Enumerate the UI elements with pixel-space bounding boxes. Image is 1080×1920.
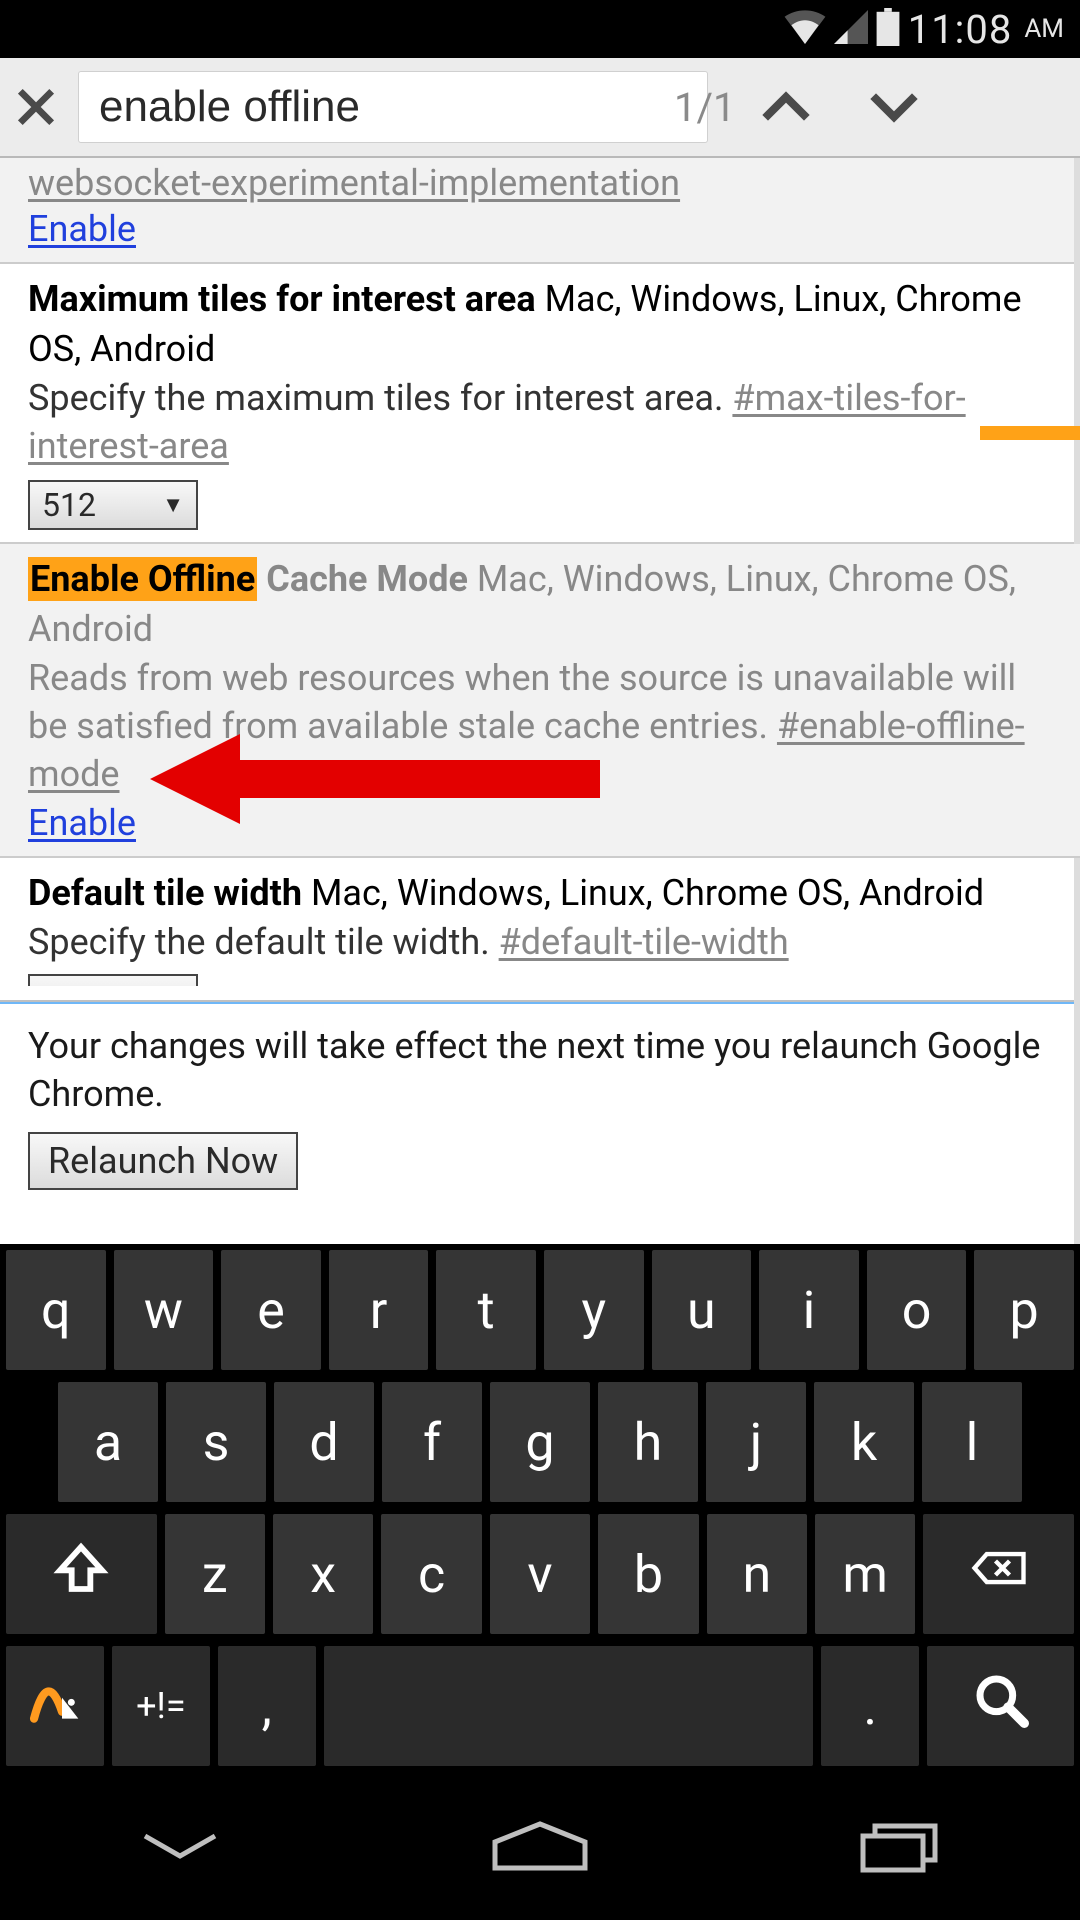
flag-tile-width-select[interactable] (28, 974, 198, 986)
battery-icon (876, 8, 900, 50)
key-j[interactable]: j (706, 1382, 806, 1502)
key-e[interactable]: e (221, 1250, 321, 1370)
annotation-arrow-icon (150, 734, 600, 824)
find-input[interactable] (99, 82, 674, 132)
keyboard-row-4: +!= , . (2, 1646, 1078, 1766)
swype-icon (27, 1672, 83, 1741)
key-backspace[interactable] (923, 1514, 1074, 1634)
flag-max-tiles-title: Maximum tiles for interest area (28, 278, 536, 320)
key-r[interactable]: r (329, 1250, 429, 1370)
key-n[interactable]: n (707, 1514, 807, 1634)
relaunch-text: Your changes will take effect the next t… (28, 1022, 1052, 1118)
relaunch-bar: Your changes will take effect the next t… (0, 1004, 1080, 1204)
key-t[interactable]: t (436, 1250, 536, 1370)
key-l[interactable]: l (922, 1382, 1022, 1502)
key-q[interactable]: q (6, 1250, 106, 1370)
key-m[interactable]: m (815, 1514, 915, 1634)
key-a[interactable]: a (58, 1382, 158, 1502)
flag-max-tiles-select[interactable]: 512 ▼ (28, 480, 198, 530)
home-icon (485, 1818, 595, 1874)
key-d[interactable]: d (274, 1382, 374, 1502)
key-o[interactable]: o (867, 1250, 967, 1370)
key-b[interactable]: b (598, 1514, 698, 1634)
nav-home-button[interactable] (480, 1816, 600, 1876)
flag-websocket-hash[interactable]: websocket-experimental-implementation (28, 162, 680, 204)
flag-max-tiles-desc: Specify the maximum tiles for interest a… (28, 377, 732, 419)
flag-offline-title-highlight: Enable Offline (28, 557, 257, 601)
find-search-box[interactable]: 1/1 (78, 71, 708, 143)
search-icon (973, 1672, 1029, 1741)
flag-websocket: websocket-experimental-implementation En… (0, 158, 1080, 264)
flag-max-tiles-select-value: 512 (42, 486, 96, 524)
flags-content[interactable]: websocket-experimental-implementation En… (0, 158, 1080, 1244)
nav-back-button[interactable] (120, 1816, 240, 1876)
relaunch-now-button[interactable]: Relaunch Now (28, 1132, 298, 1190)
flag-tile-width-title: Default tile width (28, 872, 302, 914)
key-z[interactable]: z (165, 1514, 265, 1634)
flag-tile-width-platforms: Mac, Windows, Linux, Chrome OS, Android (311, 872, 984, 914)
flag-offline-cache: Enable Offline Cache Mode Mac, Windows, … (0, 544, 1080, 858)
flag-offline-title-rest: Cache Mode (257, 558, 468, 600)
key-w[interactable]: w (114, 1250, 214, 1370)
shift-icon (53, 1540, 109, 1609)
chevron-down-icon: ▼ (162, 492, 184, 518)
nav-bar (0, 1774, 1080, 1918)
backspace-icon (971, 1540, 1027, 1609)
flag-tile-width-desc: Specify the default tile width. (28, 921, 499, 963)
cell-signal-icon (834, 10, 868, 48)
find-prev-button[interactable] (756, 77, 816, 137)
key-u[interactable]: u (652, 1250, 752, 1370)
key-v[interactable]: v (490, 1514, 590, 1634)
find-marker (980, 426, 1080, 440)
keyboard-row-3: z x c v b n m (2, 1514, 1078, 1634)
key-h[interactable]: h (598, 1382, 698, 1502)
key-g[interactable]: g (490, 1382, 590, 1502)
key-shift[interactable] (6, 1514, 157, 1634)
chevron-down-icon (135, 1826, 225, 1866)
key-p[interactable]: p (974, 1250, 1074, 1370)
key-comma[interactable]: , (218, 1646, 316, 1766)
keyboard-row-2: a s d f g h j k l (2, 1382, 1078, 1502)
flag-tile-width-hash[interactable]: #default-tile-width (499, 921, 789, 963)
status-bar: 11:08 AM (0, 0, 1080, 58)
find-match-count: 1/1 (674, 84, 735, 131)
flag-max-tiles: Maximum tiles for interest area Mac, Win… (0, 264, 1080, 544)
find-next-button[interactable] (864, 77, 924, 137)
status-ampm: AM (1024, 14, 1064, 44)
key-k[interactable]: k (814, 1382, 914, 1502)
recents-icon (855, 1818, 945, 1874)
key-swype[interactable] (6, 1646, 104, 1766)
keyboard-row-1: q w e r t y u i o p (2, 1250, 1078, 1370)
key-space[interactable] (324, 1646, 814, 1766)
flag-tile-width: Default tile width Mac, Windows, Linux, … (0, 858, 1080, 998)
key-c[interactable]: c (381, 1514, 481, 1634)
flag-websocket-enable-link[interactable]: Enable (28, 208, 136, 250)
key-search[interactable] (927, 1646, 1074, 1766)
wifi-icon (784, 10, 826, 48)
key-x[interactable]: x (273, 1514, 373, 1634)
nav-recents-button[interactable] (840, 1816, 960, 1876)
key-symbols[interactable]: +!= (112, 1646, 210, 1766)
soft-keyboard[interactable]: q w e r t y u i o p a s d f g h j k l z … (0, 1244, 1080, 1774)
key-f[interactable]: f (382, 1382, 482, 1502)
key-period[interactable]: . (821, 1646, 919, 1766)
key-y[interactable]: y (544, 1250, 644, 1370)
status-time: 11:08 (908, 6, 1013, 53)
key-i[interactable]: i (759, 1250, 859, 1370)
find-in-page-bar: 1/1 (0, 58, 1080, 158)
close-icon[interactable] (12, 83, 60, 131)
flag-offline-enable-link[interactable]: Enable (28, 802, 136, 844)
key-s[interactable]: s (166, 1382, 266, 1502)
